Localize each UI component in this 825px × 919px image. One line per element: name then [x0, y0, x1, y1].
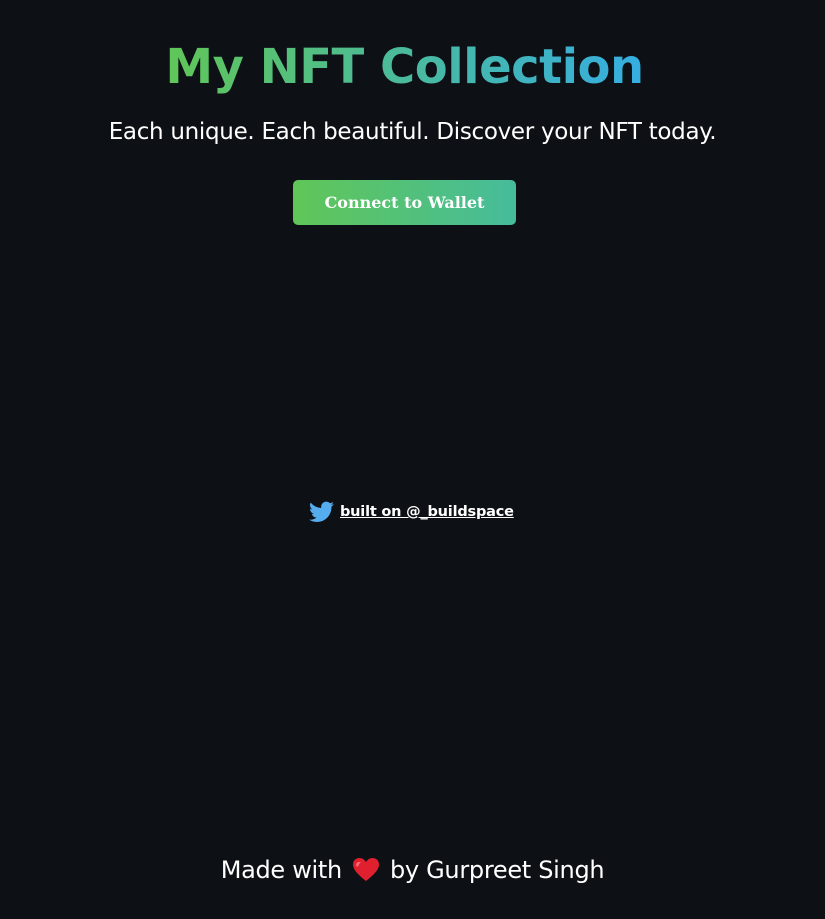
page-subtitle: Each unique. Each beautiful. Discover yo…: [108, 119, 717, 145]
page-title: My NFT Collection: [165, 39, 644, 95]
footer-suffix: by Gurpreet Singh: [389, 856, 605, 884]
buildspace-twitter-link[interactable]: built on @_buildspace: [340, 504, 514, 520]
connect-wallet-button[interactable]: Connect to Wallet: [293, 180, 516, 225]
header: My NFT Collection Each unique. Each beau…: [0, 38, 825, 148]
twitter-bird-icon: [309, 501, 334, 523]
footer: Made with by Gurpreet Singh: [0, 853, 825, 887]
footer-prefix: Made with: [220, 856, 343, 884]
twitter-credit: built on @_buildspace: [309, 500, 514, 524]
page: My NFT Collection Each unique. Each beau…: [0, 0, 825, 919]
heart-icon: [352, 857, 380, 883]
